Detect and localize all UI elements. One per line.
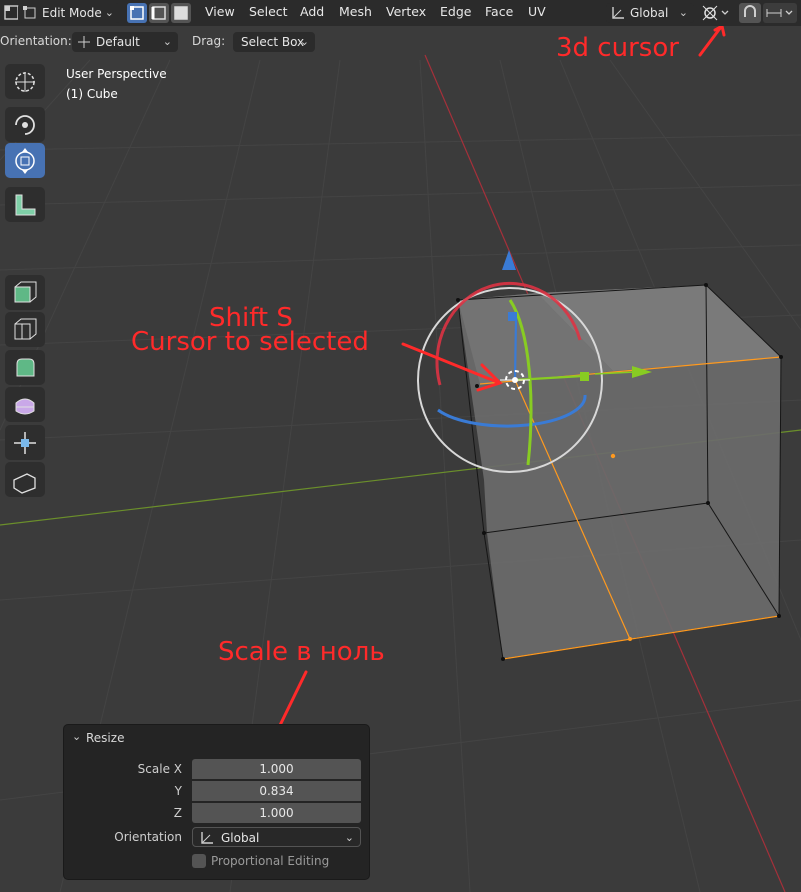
face-select-button[interactable] xyxy=(171,3,191,23)
view-name: User Perspective xyxy=(66,67,167,81)
scale-y-label: Y xyxy=(174,784,182,798)
orientation-gizmo-icon xyxy=(77,35,91,49)
chevron-down-icon: ⌄ xyxy=(104,6,114,19)
extrude-tool-button[interactable] xyxy=(5,275,45,310)
chevron-down-icon: ⌄ xyxy=(299,35,309,48)
vertex-select-button[interactable] xyxy=(127,3,147,23)
transform-icon xyxy=(15,148,35,174)
orientation-value: Default xyxy=(96,35,140,49)
menu-face[interactable]: Face xyxy=(485,4,513,19)
rotate-view-tool-button[interactable] xyxy=(5,107,45,142)
scale-z-label: Z xyxy=(173,806,182,820)
scale-x-field[interactable]: 1.000 xyxy=(192,759,361,779)
ruler-icon xyxy=(15,194,36,216)
edit-mode-icon xyxy=(23,6,37,20)
orientation-dropdown[interactable]: Default ⌄ xyxy=(72,32,178,52)
header-bar: Edit Mode ⌄ View Select Add Mesh Vertex … xyxy=(0,0,801,26)
annotation-cursor-to-selected: Cursor to selected xyxy=(131,327,369,357)
menu-uv[interactable]: UV xyxy=(528,4,546,19)
drag-label: Drag: xyxy=(192,34,226,48)
pivot-point-dropdown[interactable] xyxy=(700,3,732,23)
orientation-axes-icon xyxy=(200,831,214,845)
proportional-editing-checkbox[interactable] xyxy=(192,854,206,868)
orientation-label: Orientation: xyxy=(0,34,72,48)
orientation-axes-icon xyxy=(611,6,625,20)
mode-dropdown[interactable]: Edit Mode ⌄ xyxy=(18,3,120,23)
menu-view[interactable]: View xyxy=(205,4,235,19)
mode-label: Edit Mode xyxy=(42,6,102,20)
panel-orientation-dropdown[interactable]: Global ⌄ xyxy=(192,827,361,847)
menu-edge[interactable]: Edge xyxy=(440,4,471,19)
measure-tool-button[interactable] xyxy=(5,187,45,222)
menu-vertex[interactable]: Vertex xyxy=(386,4,426,19)
snap-target-dropdown[interactable] xyxy=(763,3,797,23)
shear-icon xyxy=(13,473,36,494)
chevron-down-icon: ⌄ xyxy=(344,831,354,844)
transform-orientation-dropdown[interactable]: Global ⌄ xyxy=(606,3,694,23)
menu-add[interactable]: Add xyxy=(300,4,324,19)
loop-cut-icon xyxy=(15,398,35,415)
edge-select-button[interactable] xyxy=(149,3,169,23)
cursor-tool-button[interactable] xyxy=(5,64,45,99)
scale-z-field[interactable]: 1.000 xyxy=(192,803,361,823)
proportional-editing-label: Proportional Editing xyxy=(211,854,330,868)
tool-settings-bar: Orientation: Default ⌄ Drag: Select Box … xyxy=(0,27,801,55)
cursor-icon xyxy=(15,72,35,92)
bevel-icon xyxy=(16,358,35,377)
shear-tool-button[interactable] xyxy=(5,462,45,497)
chevron-down-icon: ⌄ xyxy=(678,6,688,19)
snap-toggle[interactable] xyxy=(739,3,761,23)
transform-tool-button[interactable] xyxy=(5,143,45,178)
annotation-scale-zero: Scale в ноль xyxy=(218,637,385,667)
loop-cut-tool-button[interactable] xyxy=(5,387,45,422)
resize-operator-panel[interactable]: ⌄ Resize Scale X 1.000 Y 0.834 Z 1.000 O… xyxy=(63,724,370,880)
transform-orientation-label: Global xyxy=(630,6,669,20)
extrude-icon xyxy=(14,281,37,303)
menu-mesh[interactable]: Mesh xyxy=(339,4,372,19)
bevel-tool-button[interactable] xyxy=(5,350,45,385)
inset-tool-button[interactable] xyxy=(5,312,45,347)
inset-icon xyxy=(14,318,37,340)
panel-orientation-value: Global xyxy=(221,831,260,845)
rotate-icon xyxy=(15,115,35,135)
annotation-3d-cursor: 3d cursor xyxy=(556,33,679,63)
orientation-label: Orientation xyxy=(114,830,182,844)
drag-dropdown[interactable]: Select Box ⌄ xyxy=(233,32,315,52)
scale-x-label: Scale X xyxy=(137,762,182,776)
move-icon xyxy=(14,432,36,454)
chevron-down-icon: ⌄ xyxy=(162,35,172,48)
panel-title: Resize xyxy=(86,731,125,745)
collapse-chevron-icon[interactable]: ⌄ xyxy=(72,730,81,743)
drag-value: Select Box xyxy=(241,35,305,49)
object-name: (1) Cube xyxy=(66,87,118,101)
scale-y-field[interactable]: 0.834 xyxy=(192,781,361,801)
move-tool-button[interactable] xyxy=(5,425,45,460)
menu-select[interactable]: Select xyxy=(249,4,288,19)
